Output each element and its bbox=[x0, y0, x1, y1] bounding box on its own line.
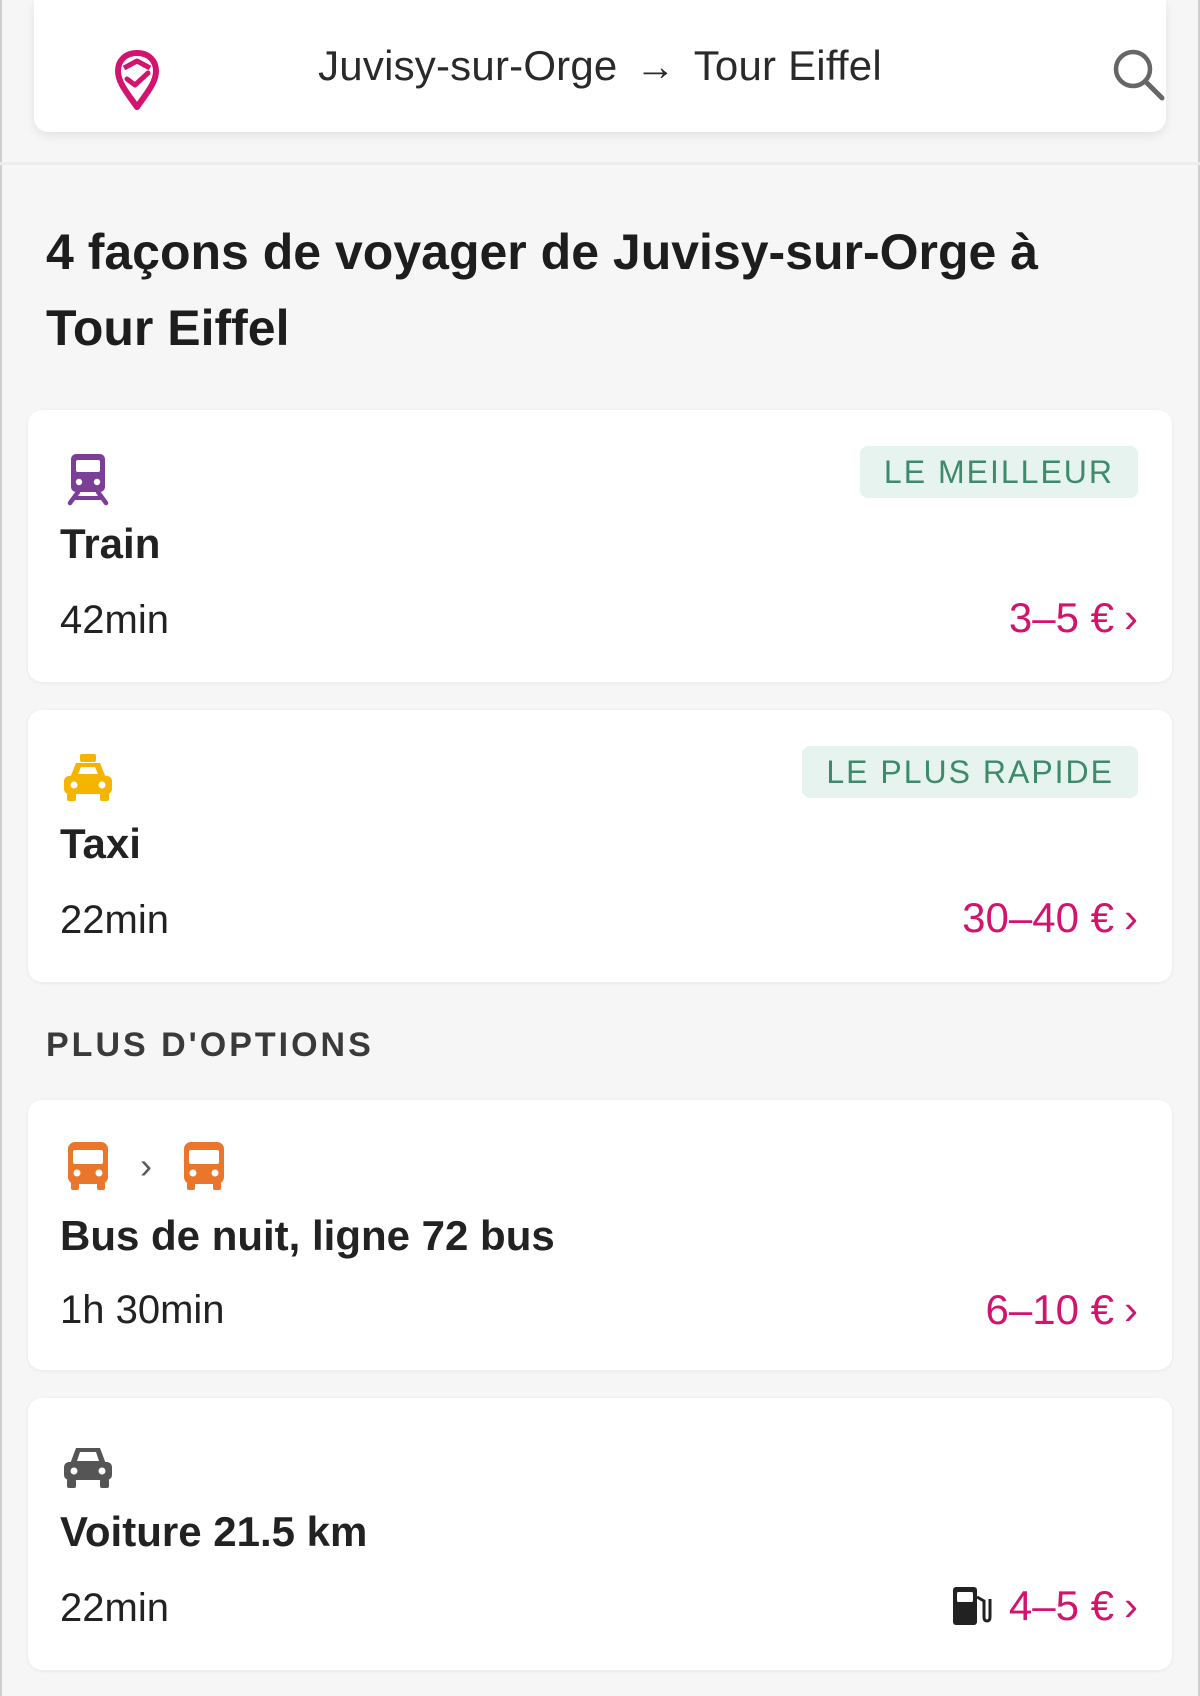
fuel-pump-icon bbox=[952, 1587, 992, 1625]
option-price[interactable]: 3–5 € › bbox=[1009, 594, 1138, 642]
option-price[interactable]: 4–5 € › bbox=[949, 1582, 1138, 1630]
option-name: Taxi bbox=[60, 820, 141, 867]
car-icon bbox=[64, 1448, 112, 1488]
frame-left-edge bbox=[0, 0, 2, 1696]
bus-icon bbox=[184, 1142, 224, 1190]
chevron-right-icon: › bbox=[140, 1145, 152, 1186]
destination-label: Tour Eiffel bbox=[693, 42, 882, 89]
option-duration: 42min bbox=[60, 598, 169, 642]
search-header[interactable]: Juvisy-sur-Orge → Tour Eiffel bbox=[34, 0, 1166, 132]
option-card-taxi[interactable]: LE PLUS RAPIDE Taxi 22min 30–40 € › bbox=[28, 710, 1172, 982]
chevron-right-icon: › bbox=[1124, 1582, 1138, 1629]
option-price[interactable]: 30–40 € › bbox=[962, 894, 1138, 942]
route-arrow-icon: → bbox=[635, 45, 676, 89]
bus-icon bbox=[68, 1142, 108, 1190]
option-duration: 22min bbox=[60, 1586, 169, 1630]
best-badge: LE MEILLEUR bbox=[859, 446, 1138, 498]
search-icon[interactable] bbox=[1108, 44, 1168, 104]
train-icon bbox=[67, 454, 109, 506]
bus-icons-row: › bbox=[60, 1136, 232, 1196]
option-duration: 22min bbox=[60, 898, 169, 942]
chevron-right-icon: › bbox=[1124, 1286, 1138, 1333]
price-value: 30–40 € bbox=[962, 894, 1114, 941]
option-card-train[interactable]: LE MEILLEUR Train 42min 3–5 € › bbox=[28, 410, 1172, 682]
header-divider bbox=[0, 162, 1200, 165]
option-name: Voiture 21.5 km bbox=[60, 1508, 368, 1555]
chevron-right-icon: › bbox=[1124, 594, 1138, 641]
option-name: Train bbox=[60, 520, 161, 567]
more-options-heading: PLUS D'OPTIONS bbox=[46, 1026, 374, 1064]
taxi-icon bbox=[64, 754, 112, 801]
option-duration: 1h 30min bbox=[60, 1288, 225, 1332]
price-value: 3–5 € bbox=[1008, 594, 1114, 641]
price-value: 6–10 € bbox=[985, 1286, 1114, 1333]
option-price[interactable]: 6–10 € › bbox=[986, 1286, 1138, 1334]
page-title: 4 façons de voyager de Juvisy-sur-Orge à… bbox=[46, 224, 1039, 356]
price-value: 4–5 € bbox=[1008, 1582, 1114, 1629]
fastest-badge: LE PLUS RAPIDE bbox=[802, 746, 1138, 798]
option-card-bus[interactable]: › Bus de nuit, ligne 72 bus 1h 30min 6–1… bbox=[28, 1100, 1172, 1370]
route-summary[interactable]: Juvisy-sur-Orge → Tour Eiffel bbox=[34, 42, 1166, 90]
chevron-right-icon: › bbox=[1124, 894, 1138, 941]
option-name: Bus de nuit, ligne 72 bus bbox=[60, 1212, 555, 1259]
option-card-car[interactable]: Voiture 21.5 km 22min 4–5 € › bbox=[28, 1398, 1172, 1670]
origin-label: Juvisy-sur-Orge bbox=[318, 42, 618, 89]
